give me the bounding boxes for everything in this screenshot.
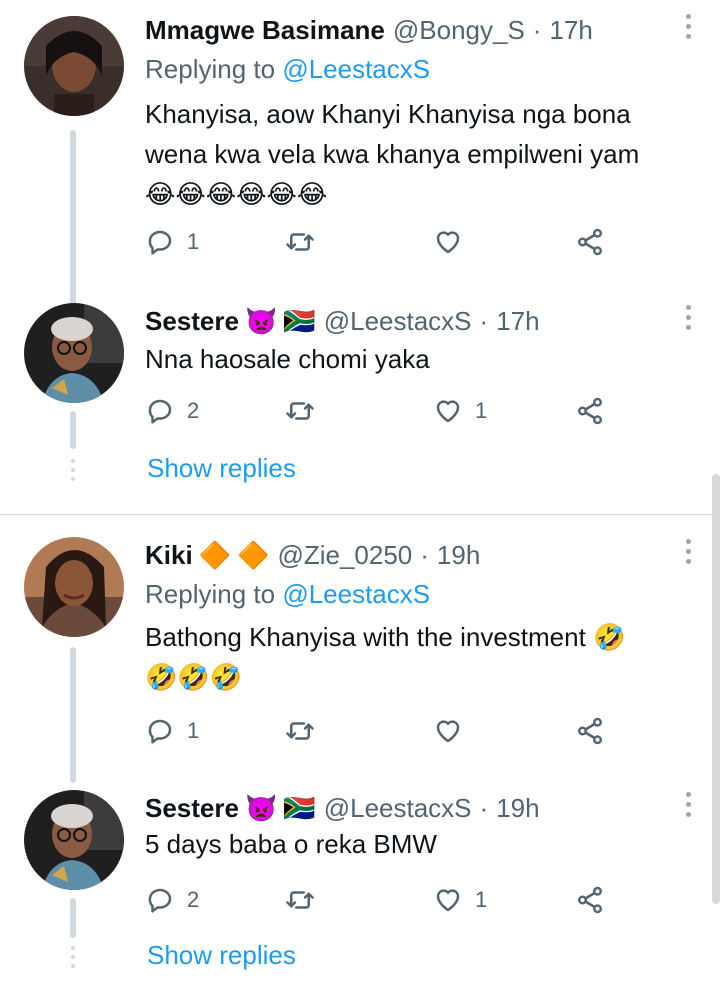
share-icon <box>578 717 602 745</box>
share-button[interactable] <box>575 224 605 260</box>
thread-dots <box>71 946 75 973</box>
replying-prefix: Replying to <box>145 54 283 84</box>
tweet-header: Kiki 🔶 🔶 @Zie_0250 · 19h <box>145 535 480 575</box>
reply-count: 2 <box>187 887 200 912</box>
like-count: 1 <box>475 887 488 912</box>
badge-emoji: 👿 <box>244 792 278 823</box>
user-handle[interactable]: @Bongy_S <box>393 15 525 46</box>
timestamp[interactable]: 19h <box>437 540 480 571</box>
replying-to: Replying to @LeestacxS <box>145 54 430 85</box>
tweet-text: Bathong Khanyisa with the investment 🤣 🤣… <box>145 622 626 692</box>
display-name[interactable]: Sestere <box>145 306 239 337</box>
show-replies-link[interactable]: Show replies <box>147 940 296 971</box>
display-name[interactable]: Mmagwe Basimane <box>145 15 385 46</box>
tweet-header: Mmagwe Basimane @Bongy_S · 17h <box>145 10 593 50</box>
tweet-text: 5 days baba o reka BMW <box>145 829 437 859</box>
thread-line <box>70 647 76 783</box>
more-icon[interactable] <box>686 539 692 569</box>
share-icon <box>578 397 602 425</box>
like-button[interactable] <box>433 224 475 260</box>
retweet-icon <box>286 891 314 909</box>
more-icon[interactable] <box>686 792 692 822</box>
share-icon <box>578 886 602 914</box>
like-icon <box>436 889 460 912</box>
share-button[interactable] <box>575 882 605 918</box>
thread-line <box>70 898 76 938</box>
reply-icon <box>148 230 172 255</box>
like-icon <box>436 720 460 743</box>
like-button[interactable] <box>433 713 475 749</box>
like-icon <box>436 231 460 254</box>
reply-button[interactable]: 1 <box>145 224 199 260</box>
retweet-button[interactable] <box>285 224 327 260</box>
replying-to: Replying to @LeestacxS <box>145 579 430 610</box>
badge-flag: 🇿🇦 <box>283 305 316 336</box>
reply-button[interactable]: 2 <box>145 882 199 918</box>
separator: · <box>420 539 429 570</box>
tweet-actions: 2 1 <box>145 393 615 429</box>
reply-icon <box>148 399 172 424</box>
avatar[interactable] <box>24 303 124 403</box>
tweet-actions: 1 <box>145 713 615 749</box>
thread-line <box>70 411 76 449</box>
like-icon <box>436 400 460 423</box>
avatar[interactable] <box>24 790 124 890</box>
retweet-icon <box>286 722 314 740</box>
tweet-header: Sestere 👿 🇿🇦 @LeestacxS · 17h <box>145 301 540 341</box>
tweet-text: Khanyisa, aow Khanyi Khanyisa nga bona w… <box>145 99 640 209</box>
reply-button[interactable]: 2 <box>145 393 199 429</box>
show-replies-link[interactable]: Show replies <box>147 453 296 484</box>
replying-prefix: Replying to <box>145 579 283 609</box>
like-button[interactable]: 1 <box>433 882 487 918</box>
like-count: 1 <box>475 398 488 423</box>
like-button[interactable]: 1 <box>433 393 487 429</box>
scrollbar[interactable] <box>712 474 720 904</box>
thread-divider <box>0 514 720 515</box>
timestamp[interactable]: 19h <box>496 793 539 824</box>
replying-to-link[interactable]: @LeestacxS <box>282 579 430 609</box>
reply-count: 2 <box>187 398 200 423</box>
reply-count: 1 <box>187 718 200 743</box>
avatar[interactable] <box>24 16 124 116</box>
thread-dots <box>71 459 75 486</box>
retweet-button[interactable] <box>285 393 327 429</box>
tweet-header: Sestere 👿 🇿🇦 @LeestacxS · 19h <box>145 788 540 828</box>
timestamp[interactable]: 17h <box>549 15 592 46</box>
reply-icon <box>148 888 172 913</box>
more-icon[interactable] <box>686 305 692 335</box>
reply-icon <box>148 719 172 744</box>
badge-flag: 🇿🇦 <box>283 792 316 823</box>
tweet-text: Nna haosale chomi yaka <box>145 344 430 374</box>
separator: · <box>479 305 489 336</box>
timestamp[interactable]: 17h <box>496 306 539 337</box>
share-button[interactable] <box>575 393 605 429</box>
separator: · <box>532 14 542 45</box>
retweet-button[interactable] <box>285 713 327 749</box>
retweet-icon <box>286 233 314 251</box>
reply-button[interactable]: 1 <box>145 713 199 749</box>
share-icon <box>578 228 602 256</box>
badge-diamond-1: 🔶 <box>198 539 232 570</box>
display-name[interactable]: Kiki <box>145 540 193 571</box>
user-handle[interactable]: @LeestacxS <box>324 793 472 824</box>
reply-count: 1 <box>187 229 200 254</box>
avatar[interactable] <box>24 537 124 637</box>
more-icon[interactable] <box>686 14 692 44</box>
tweet-actions: 2 1 <box>145 882 615 918</box>
user-handle[interactable]: @Zie_0250 <box>277 540 412 571</box>
thread-line <box>70 130 76 308</box>
retweet-icon <box>286 402 314 420</box>
share-button[interactable] <box>575 713 605 749</box>
replying-to-link[interactable]: @LeestacxS <box>282 54 430 84</box>
display-name[interactable]: Sestere <box>145 793 239 824</box>
separator: · <box>479 792 489 823</box>
tweet-actions: 1 <box>145 224 615 260</box>
retweet-button[interactable] <box>285 882 327 918</box>
user-handle[interactable]: @LeestacxS <box>324 306 472 337</box>
badge-diamond-2: 🔶 <box>237 539 270 570</box>
badge-emoji: 👿 <box>244 305 278 336</box>
